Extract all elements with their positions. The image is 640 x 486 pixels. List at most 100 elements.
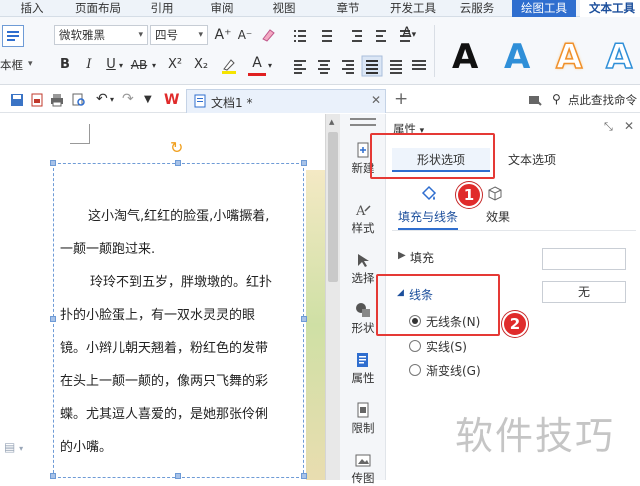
scroll-up-icon[interactable]: ▲: [329, 118, 334, 126]
subtab-effect[interactable]: 效果: [486, 208, 510, 225]
section-line[interactable]: 线条: [409, 286, 433, 303]
side-item-label: 样式: [351, 221, 375, 235]
customize-toolbar-icon[interactable]: ▼: [144, 94, 152, 105]
tab-text-tools[interactable]: 文本工具: [580, 0, 640, 17]
ribbon-divider: [434, 25, 435, 77]
resize-handle[interactable]: [50, 473, 56, 479]
add-tab-button[interactable]: +: [394, 89, 408, 109]
resize-handle[interactable]: [301, 473, 307, 479]
radio-gradient-line[interactable]: [409, 364, 421, 376]
text-line: 的小嘴。: [60, 440, 113, 455]
highlight-box-shape-options: [370, 133, 495, 179]
chevron-down-icon[interactable]: ▾: [110, 95, 114, 104]
chevron-right-icon[interactable]: ▶: [398, 250, 406, 261]
strikethrough-button[interactable]: AB: [128, 55, 150, 75]
subtab-fill-and-line[interactable]: 填充与线条: [398, 208, 459, 230]
undo-icon[interactable]: ↶: [96, 91, 108, 107]
subscript-button[interactable]: X₂: [190, 55, 212, 75]
side-item-upload-image[interactable]: 传图: [340, 452, 386, 486]
chevron-down-icon[interactable]: ◢: [397, 288, 404, 298]
text-line: 玲玲不到五岁，胖墩墩的。红扑: [90, 275, 273, 290]
tab-drawing-tools[interactable]: 绘图工具: [512, 0, 576, 17]
side-item-label: 传图: [351, 471, 375, 485]
save-icon[interactable]: [10, 93, 24, 107]
step-badge-1: 1: [456, 182, 482, 208]
wordart-sample-blue[interactable]: A: [504, 37, 530, 77]
bold-button[interactable]: B: [58, 55, 72, 75]
side-item-properties[interactable]: 属性: [340, 352, 386, 386]
page-corner-mark: [70, 124, 90, 144]
fill-value-box[interactable]: [542, 248, 626, 270]
resize-handle[interactable]: [50, 160, 56, 166]
font-name-select[interactable]: 微软雅黑 ▾: [54, 25, 148, 45]
chevron-down-icon[interactable]: ▾: [268, 61, 272, 70]
chevron-down-icon[interactable]: ▾: [152, 61, 156, 70]
quick-access-bar: ↶ ▾ ↷ ▼ W 文档1 * ✕ + ⚲ 点此查找命令: [0, 86, 640, 113]
side-item-style[interactable]: A 样式: [340, 202, 386, 236]
tab-review[interactable]: 审阅: [200, 0, 244, 17]
collapse-icon[interactable]: [350, 118, 376, 126]
resize-handle[interactable]: [301, 160, 307, 166]
step-badge-2: 2: [502, 311, 528, 337]
chevron-down-icon[interactable]: ▾: [119, 61, 123, 70]
resize-handle[interactable]: [301, 316, 307, 322]
chevron-down-icon: ▾: [138, 30, 143, 40]
effect-cube-icon[interactable]: [486, 185, 504, 203]
tab-view[interactable]: 视图: [262, 0, 306, 17]
wordart-sample-blue-outline[interactable]: A: [605, 36, 633, 78]
tab-page-layout[interactable]: 页面布局: [66, 0, 130, 17]
scrollbar-thumb[interactable]: [328, 132, 338, 282]
menu-icon[interactable]: [528, 93, 542, 107]
shrink-font-button[interactable]: A⁻: [236, 25, 254, 45]
tab-text-options[interactable]: 文本选项: [494, 148, 570, 172]
radio-solid-line[interactable]: [409, 340, 421, 352]
side-item-restrict[interactable]: 限制: [340, 402, 386, 436]
resize-handle[interactable]: [175, 473, 181, 479]
tab-chapter[interactable]: 章节: [326, 0, 370, 17]
underline-button[interactable]: U: [104, 55, 118, 75]
properties-icon: [357, 353, 368, 367]
line-value-box[interactable]: 无: [542, 281, 626, 303]
pin-panel-icon[interactable]: ⤡: [604, 120, 613, 134]
highlight-icon[interactable]: [220, 57, 238, 75]
radio-no-line[interactable]: [409, 315, 421, 327]
page-view-icon[interactable]: ▤ ▾: [4, 440, 23, 454]
print-preview-icon[interactable]: [72, 93, 86, 107]
export-pdf-icon[interactable]: [30, 93, 44, 107]
tab-references[interactable]: 引用: [140, 0, 184, 17]
command-search-hint[interactable]: 点此查找命令: [568, 92, 637, 108]
radio-gradient-line-label[interactable]: 渐变线(G): [426, 362, 481, 379]
svg-text:A: A: [355, 204, 366, 218]
redo-icon[interactable]: ↷: [122, 91, 134, 107]
search-icon[interactable]: ⚲: [552, 92, 561, 106]
tab-dev-tools[interactable]: 开发工具: [384, 0, 442, 17]
document-tab[interactable]: 文档1 * ✕: [186, 89, 386, 113]
tab-insert[interactable]: 插入: [10, 0, 54, 17]
radio-solid-line-label[interactable]: 实线(S): [426, 338, 467, 355]
vertical-scrollbar[interactable]: ▲: [325, 114, 340, 480]
clear-format-icon[interactable]: [260, 27, 276, 43]
print-icon[interactable]: [50, 93, 64, 107]
text-direction-icon[interactable]: A▾: [402, 25, 432, 47]
superscript-button[interactable]: X²: [164, 55, 186, 75]
grow-font-button[interactable]: A⁺: [214, 25, 232, 45]
wordart-sample-orange-outline[interactable]: A: [555, 36, 583, 78]
rotate-handle-icon[interactable]: ↻: [170, 138, 183, 157]
wordart-sample-black[interactable]: A: [452, 37, 478, 77]
close-icon[interactable]: ✕: [624, 119, 634, 133]
textbox-style-icon[interactable]: [2, 25, 24, 47]
textbox-style-label[interactable]: 本框: [0, 57, 23, 73]
radio-no-line-label[interactable]: 无线条(N): [426, 313, 480, 330]
wps-logo-icon[interactable]: W: [164, 92, 179, 108]
chevron-down-icon[interactable]: ▾: [28, 59, 33, 69]
section-fill[interactable]: 填充: [410, 249, 434, 266]
font-color-button[interactable]: A: [250, 53, 264, 73]
tab-cloud[interactable]: 云服务: [452, 0, 502, 17]
text-line: 扑的小脸蛋上，有一双水灵灵的眼: [60, 308, 256, 323]
font-size-select[interactable]: 四号 ▾: [150, 25, 208, 45]
resize-handle[interactable]: [50, 316, 56, 322]
fill-bucket-icon[interactable]: [420, 185, 438, 203]
italic-button[interactable]: I: [82, 55, 96, 75]
close-icon[interactable]: ✕: [371, 93, 381, 107]
resize-handle[interactable]: [175, 160, 181, 166]
